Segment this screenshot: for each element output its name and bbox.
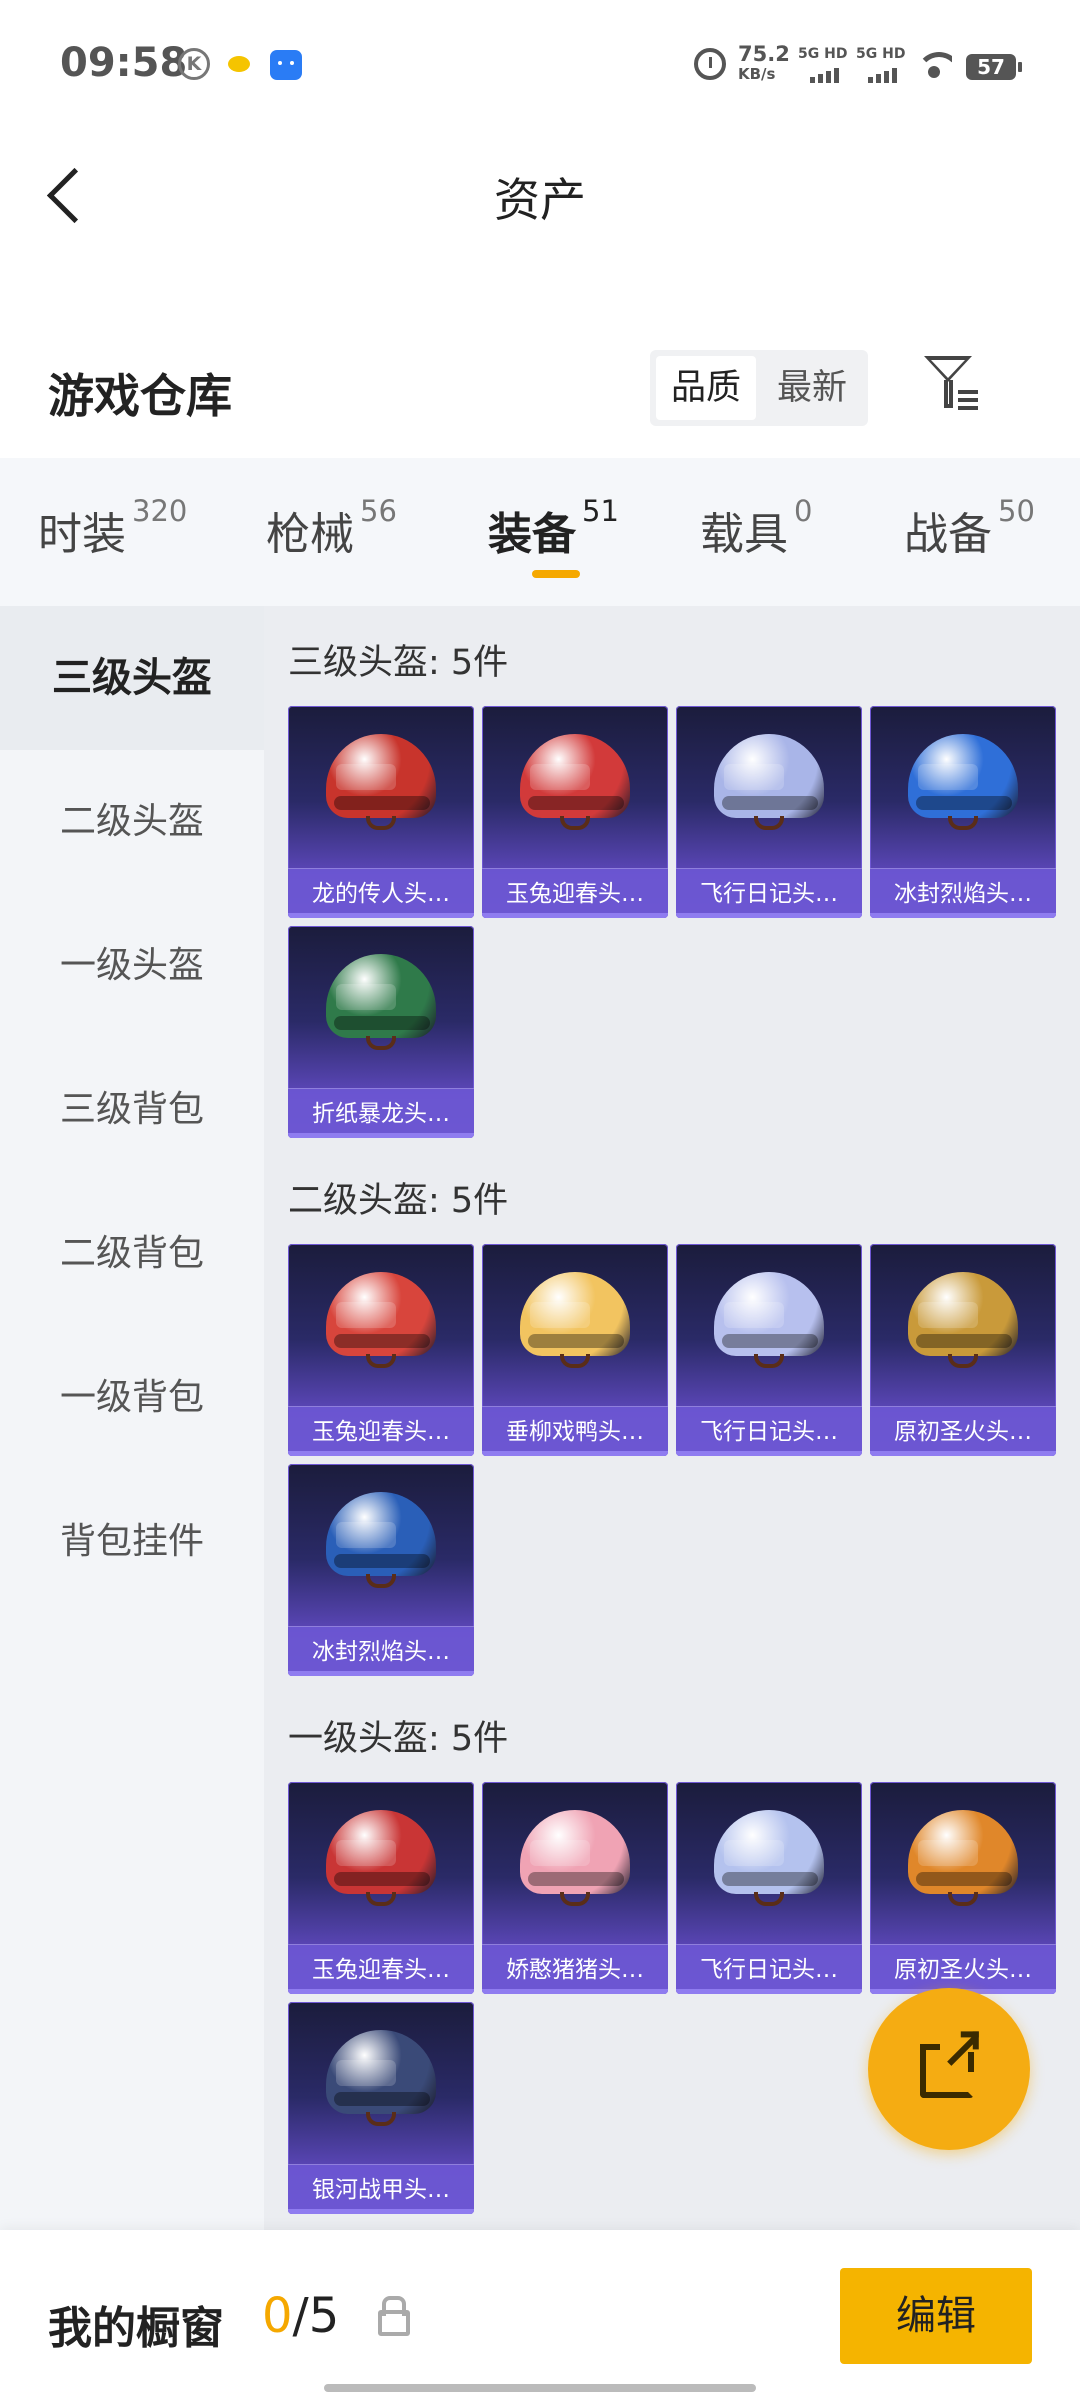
item-name: 飞行日记头… <box>676 1944 862 1994</box>
gold-helmet-icon <box>908 1272 1018 1368</box>
sort-newest-button[interactable]: 最新 <box>762 356 862 420</box>
item-card[interactable]: 飞行日记头… <box>676 1244 862 1456</box>
red-white-helmet-icon <box>520 734 630 830</box>
item-card[interactable]: 原初圣火头… <box>870 1244 1056 1456</box>
top-bar: 资产 <box>0 132 1080 262</box>
item-card[interactable]: 折纸暴龙头… <box>288 926 474 1138</box>
blue-pink-helmet-icon <box>714 734 824 830</box>
tab-weapons[interactable]: 枪械 56 <box>266 494 397 562</box>
sidebar-item-level1-backpack[interactable]: 一级背包 <box>0 1326 264 1470</box>
share-button[interactable] <box>868 1988 1030 2150</box>
lock-icon <box>378 2296 410 2336</box>
orange-helmet-icon <box>908 1810 1018 1906</box>
item-name: 飞行日记头… <box>676 1406 862 1456</box>
sidebar-item-level3-backpack[interactable]: 三级背包 <box>0 1038 264 1182</box>
sidebar-item-level2-backpack[interactable]: 二级背包 <box>0 1182 264 1326</box>
wifi-icon <box>916 52 952 88</box>
fire-ice-helmet-icon <box>908 734 1018 830</box>
item-card[interactable]: 玉兔迎春头… <box>482 706 668 918</box>
lilac-helmet-icon <box>714 1272 824 1368</box>
sidebar: 三级头盔 二级头盔 一级头盔 三级背包 二级背包 一级背包 背包挂件 <box>0 606 264 2236</box>
tab-supplies[interactable]: 战备 50 <box>904 494 1035 562</box>
home-indicator[interactable] <box>324 2384 756 2392</box>
k-icon: K <box>178 48 210 80</box>
net-speed: 75.2 KB/s <box>738 42 790 84</box>
tab-vehicles[interactable]: 载具 0 <box>700 494 812 562</box>
sort-quality-button[interactable]: 品质 <box>656 356 756 420</box>
item-card[interactable]: 龙的传人头… <box>288 706 474 918</box>
section-title: 游戏仓库 <box>48 369 232 423</box>
red-helmet-icon <box>326 734 436 830</box>
sidebar-item-level1-helmet[interactable]: 一级头盔 <box>0 894 264 1038</box>
item-name: 冰封烈焰头… <box>288 1626 474 1676</box>
alarm-icon <box>694 48 726 80</box>
red-white-helmet-icon <box>326 1810 436 1906</box>
item-name: 冰封烈焰头… <box>870 868 1056 918</box>
item-card[interactable]: 垂柳戏鸭头… <box>482 1244 668 1456</box>
group-title: 三级头盔: 5件 <box>288 643 509 683</box>
item-name: 折纸暴龙头… <box>288 1088 474 1138</box>
item-card[interactable]: 娇憨猪猪头… <box>482 1782 668 1994</box>
showcase-title: 我的橱窗 <box>48 2303 224 2354</box>
battery-icon: 57 <box>966 54 1022 80</box>
galaxy-helmet-icon <box>326 2030 436 2126</box>
red-white-helmet-icon <box>326 1272 436 1368</box>
tab-fashion[interactable]: 时装 320 <box>38 494 187 562</box>
app-notification-icon <box>270 50 302 80</box>
yellow-helmet-icon <box>520 1272 630 1368</box>
item-card[interactable]: 冰封烈焰头… <box>288 1464 474 1676</box>
share-icon <box>920 2044 974 2098</box>
group-title: 一级头盔: 5件 <box>288 1719 509 1759</box>
item-name: 银河战甲头… <box>288 2164 474 2214</box>
status-time: 09:58 <box>60 40 188 86</box>
dragon-helmet-icon <box>326 954 436 1050</box>
status-bar: 09:58 K 75.2 KB/s 5G HD 5G HD 57 <box>0 0 1080 132</box>
item-card[interactable]: 银河战甲头… <box>288 2002 474 2214</box>
showcase-count: 0/5 <box>262 2288 340 2344</box>
item-card[interactable]: 飞行日记头… <box>676 1782 862 1994</box>
sidebar-item-level3-helmet[interactable]: 三级头盔 <box>0 606 264 750</box>
category-tabs: 时装 320 枪械 56 装备 51 载具 0 战备 50 <box>0 458 1080 606</box>
item-name: 垂柳戏鸭头… <box>482 1406 668 1456</box>
group-title: 二级头盔: 5件 <box>288 1181 509 1221</box>
item-name: 玉兔迎春头… <box>482 868 668 918</box>
signal-icon-2: 5G HD <box>856 46 905 83</box>
bottom-bar: 我的橱窗 0/5 编辑 <box>0 2230 1080 2400</box>
item-card[interactable]: 玉兔迎春头… <box>288 1782 474 1994</box>
lilac-helmet-icon <box>714 1810 824 1906</box>
tab-equipment[interactable]: 装备 51 <box>488 494 619 562</box>
item-name: 玉兔迎春头… <box>288 1406 474 1456</box>
sidebar-item-backpack-charm[interactable]: 背包挂件 <box>0 1470 264 1614</box>
item-card[interactable]: 冰封烈焰头… <box>870 706 1056 918</box>
pig-helmet-icon <box>520 1810 630 1906</box>
item-name: 原初圣火头… <box>870 1944 1056 1994</box>
item-name: 飞行日记头… <box>676 868 862 918</box>
signal-icon-1: 5G HD <box>798 46 847 83</box>
app-root: 09:58 K 75.2 KB/s 5G HD 5G HD 57 资产 游戏仓库 … <box>0 0 1080 2400</box>
item-name: 龙的传人头… <box>288 868 474 918</box>
sort-toggle: 品质 最新 <box>650 350 868 426</box>
item-card[interactable]: 原初圣火头… <box>870 1782 1056 1994</box>
tab-active-indicator <box>532 570 580 578</box>
item-card[interactable]: 飞行日记头… <box>676 706 862 918</box>
page-title: 资产 <box>494 173 586 227</box>
item-card[interactable]: 玉兔迎春头… <box>288 1244 474 1456</box>
section-header: 游戏仓库 品质 最新 <box>0 340 1080 460</box>
blue-helmet-icon <box>326 1492 436 1588</box>
item-name: 玉兔迎春头… <box>288 1944 474 1994</box>
filter-icon[interactable] <box>918 350 988 420</box>
sidebar-item-level2-helmet[interactable]: 二级头盔 <box>0 750 264 894</box>
item-name: 娇憨猪猪头… <box>482 1944 668 1994</box>
notification-icon <box>228 56 250 72</box>
edit-button[interactable]: 编辑 <box>840 2268 1032 2364</box>
item-name: 原初圣火头… <box>870 1406 1056 1456</box>
